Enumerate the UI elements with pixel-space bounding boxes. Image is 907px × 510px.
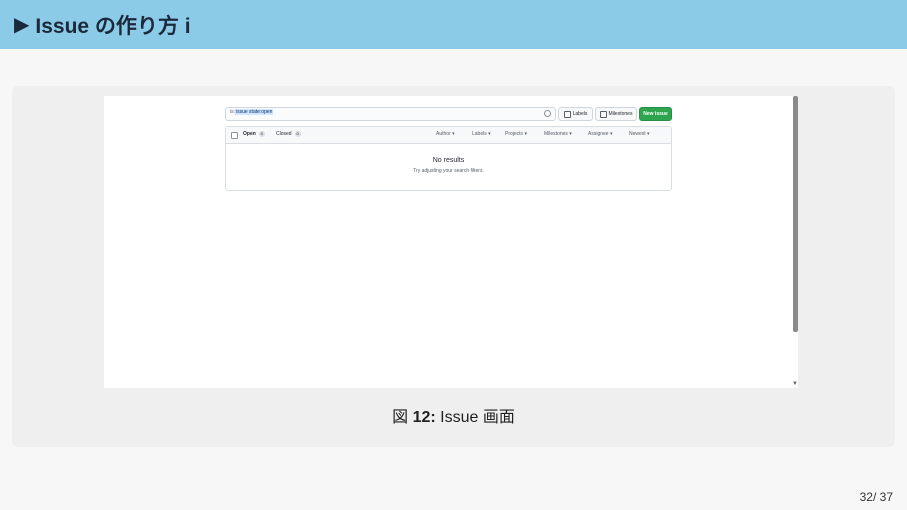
page-number: 32/ 37 (859, 490, 893, 504)
clear-search-icon[interactable] (544, 110, 551, 117)
search-query: is:issue state:open (230, 109, 274, 115)
tab-closed-label: Closed (276, 131, 292, 137)
empty-state-hint: Try adjusting your search filters. (413, 168, 484, 174)
labels-label: Labels (572, 111, 588, 117)
tag-icon (563, 110, 571, 118)
caption-text: Issue 画面 (440, 409, 515, 426)
tab-open-label: Open (243, 131, 256, 137)
closed-count: 0 (294, 131, 301, 137)
new-issue-button[interactable]: New issue (639, 107, 672, 121)
filter-labels[interactable]: Labels ▾ (472, 131, 491, 137)
issue-list: Open 0 Closed 0 Author ▾ Labels ▾ Projec… (225, 126, 672, 191)
filter-projects[interactable]: Projects ▾ (505, 131, 527, 137)
filter-author[interactable]: Author ▾ (436, 131, 455, 137)
issue-screenshot: is:issue state:open Labels Milestones Ne… (104, 96, 798, 388)
milestone-icon (599, 110, 607, 118)
screenshot-scrollbar[interactable] (793, 96, 798, 332)
slide-title-bar: ▶ Issue の作り方 i (0, 0, 907, 49)
select-all-checkbox[interactable] (231, 132, 238, 139)
issue-search-input[interactable]: is:issue state:open (225, 107, 556, 121)
labels-button[interactable]: Labels (558, 107, 593, 121)
milestones-label: Milestones (608, 111, 633, 117)
figure-caption: 図 12: Issue 画面 (0, 403, 907, 427)
open-count: 0 (258, 131, 265, 137)
empty-state-title: No results (432, 157, 465, 164)
tab-closed[interactable]: Closed 0 (276, 131, 301, 137)
filter-sort[interactable]: Newest ▾ (629, 131, 650, 137)
filter-milestones[interactable]: Milestones ▾ (544, 131, 572, 137)
slide-title: Issue の作り方 i (35, 14, 191, 38)
tab-open[interactable]: Open 0 (243, 131, 265, 137)
milestones-button[interactable]: Milestones (595, 107, 637, 121)
scroll-down-arrow-icon[interactable]: ▼ (792, 381, 798, 387)
filter-assignee[interactable]: Assignee ▾ (588, 131, 612, 137)
caption-prefix: 図 (392, 409, 409, 426)
caption-number: 12: (412, 409, 436, 426)
title-arrow-icon: ▶ (14, 14, 30, 36)
issue-list-header: Open 0 Closed 0 Author ▾ Labels ▾ Projec… (226, 127, 671, 144)
